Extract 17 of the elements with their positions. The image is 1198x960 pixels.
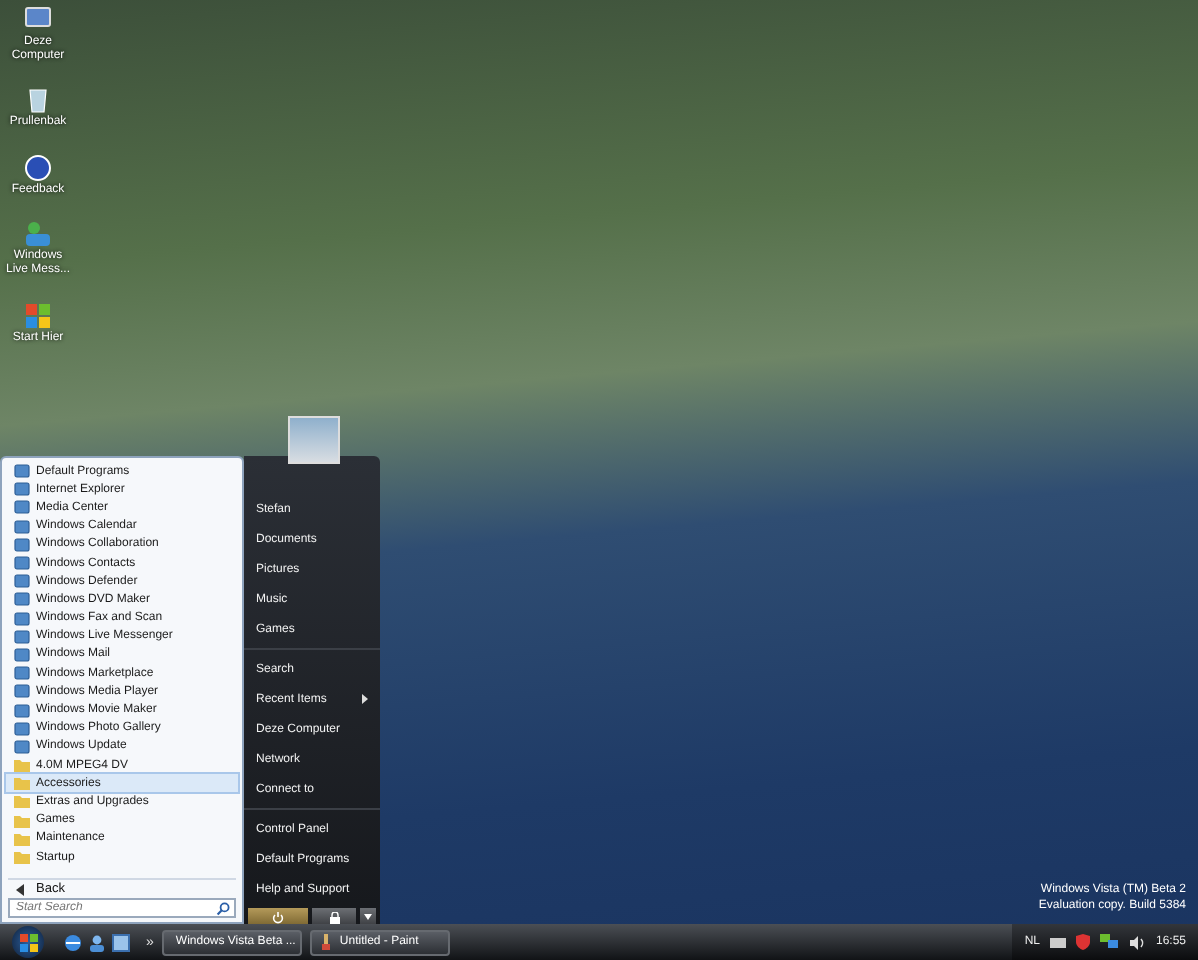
submenu-arrow-icon <box>362 694 368 704</box>
windows-logo-icon <box>19 933 37 951</box>
people-icon[interactable] <box>88 933 106 951</box>
browser-icon[interactable] <box>64 933 82 951</box>
user-picture <box>288 416 340 464</box>
search-icon <box>216 901 230 915</box>
speaker-icon[interactable] <box>1129 935 1146 949</box>
paintbrush-icon <box>317 934 334 950</box>
lock-icon <box>329 911 339 923</box>
power-icon <box>272 911 284 923</box>
recycle-bin-icon[interactable] <box>24 86 52 115</box>
windows-logo-icon[interactable] <box>24 301 52 330</box>
start-button[interactable] <box>12 926 44 958</box>
shield-icon[interactable] <box>1075 934 1090 950</box>
window-icon[interactable] <box>112 933 130 951</box>
caret-icon <box>364 914 372 920</box>
back-arrow-icon <box>16 883 24 896</box>
